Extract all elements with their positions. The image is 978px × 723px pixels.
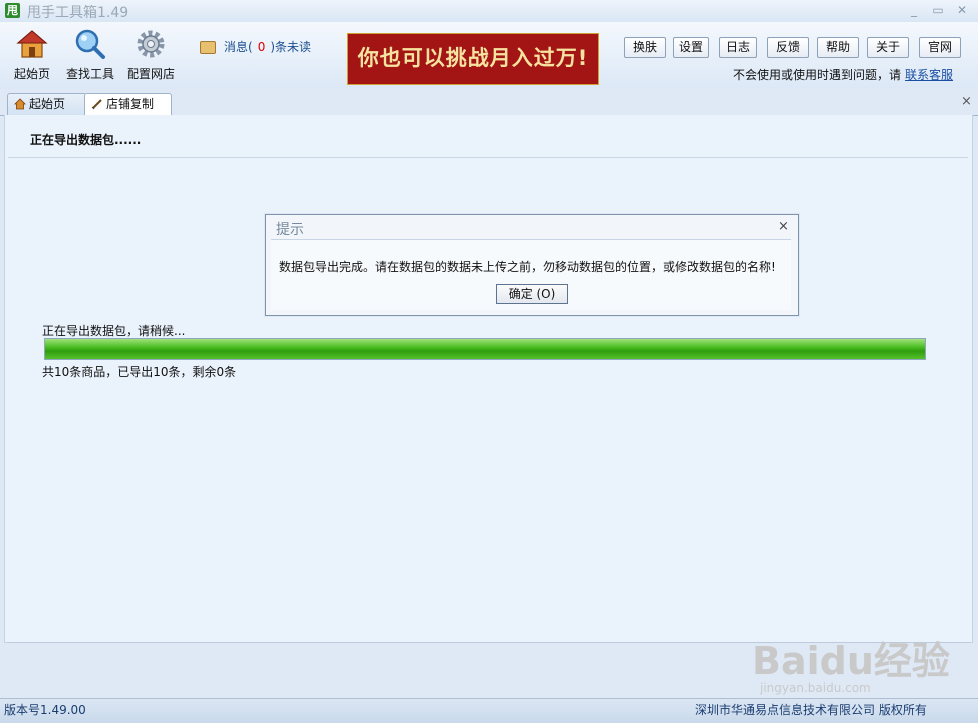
- minimize-button[interactable]: _: [906, 3, 922, 17]
- settings-button[interactable]: 设置: [673, 37, 709, 58]
- export-summary: 共10条商品，已导出10条，剩余0条: [42, 365, 237, 379]
- unread-count: 0: [257, 40, 266, 54]
- skin-button[interactable]: 换肤: [624, 37, 666, 58]
- gear-icon: [137, 30, 165, 58]
- home-icon: [16, 30, 48, 58]
- tool-home-button[interactable]: 起始页: [6, 28, 58, 82]
- watermark-logo: Baidu经验: [752, 639, 950, 683]
- dialog-title: 提示: [276, 222, 304, 238]
- magnifier-icon: [75, 29, 105, 59]
- help-hint: 不会使用或使用时遇到问题，请 联系客服: [733, 66, 953, 83]
- version-label: 版本号1.49.00: [4, 703, 86, 717]
- home-icon: [14, 98, 26, 110]
- messages-link[interactable]: 消息( 0 )条未读: [200, 38, 311, 55]
- tab-home-label: 起始页: [29, 97, 66, 111]
- watermark-url: jingyan.baidu.com: [760, 681, 871, 695]
- tool-home-label: 起始页: [13, 67, 50, 81]
- about-button[interactable]: 关于: [867, 37, 909, 58]
- feedback-button[interactable]: 反馈: [767, 37, 809, 58]
- log-button[interactable]: 日志: [719, 37, 757, 58]
- export-heading: 正在导出数据包......: [30, 133, 142, 147]
- tool-config-label: 配置网店: [126, 67, 175, 81]
- tool-find-label: 查找工具: [65, 67, 114, 81]
- tab-shop-copy-label: 店铺复制: [106, 97, 155, 111]
- help-button[interactable]: 帮助: [817, 37, 859, 58]
- close-window-button[interactable]: ✕: [954, 3, 970, 17]
- contact-support-link[interactable]: 联系客服: [905, 68, 953, 82]
- edit-icon: [91, 99, 102, 110]
- progress-fill: [45, 339, 925, 359]
- progress-status-text: 正在导出数据包，请稍候...: [42, 324, 186, 338]
- tab-home[interactable]: 起始页: [7, 93, 87, 115]
- envelope-icon: [200, 41, 216, 54]
- messages-prefix: 消息(: [224, 40, 253, 54]
- window-title: 甩手工具箱1.49: [27, 5, 129, 21]
- promo-banner[interactable]: 你也可以挑战月入过万!: [347, 33, 599, 85]
- dialog-message: 数据包导出完成。请在数据包的数据未上传之前，勿移动数据包的位置，或修改数据包的名…: [279, 260, 776, 274]
- website-button[interactable]: 官网: [919, 37, 961, 58]
- help-hint-text: 不会使用或使用时遇到问题，请: [733, 68, 902, 82]
- alert-dialog: 提示 × 数据包导出完成。请在数据包的数据未上传之前，勿移动数据包的位置，或修改…: [265, 214, 799, 316]
- maximize-button[interactable]: ▭: [930, 3, 946, 17]
- title-bar: [0, 0, 978, 23]
- divider: [8, 157, 968, 158]
- dialog-close-button[interactable]: ×: [778, 219, 789, 234]
- tab-shop-copy[interactable]: 店铺复制: [84, 93, 172, 116]
- tool-find-button[interactable]: 查找工具: [64, 28, 116, 82]
- messages-suffix: )条未读: [270, 40, 312, 54]
- app-icon: 甩: [5, 3, 20, 18]
- copyright-label: 深圳市华通易点信息技术有限公司 版权所有: [695, 703, 927, 717]
- close-tab-button[interactable]: ×: [961, 94, 972, 109]
- ok-button[interactable]: 确定 (O): [496, 284, 568, 304]
- tool-config-button[interactable]: 配置网店: [125, 28, 177, 82]
- export-progress-bar: [44, 338, 926, 360]
